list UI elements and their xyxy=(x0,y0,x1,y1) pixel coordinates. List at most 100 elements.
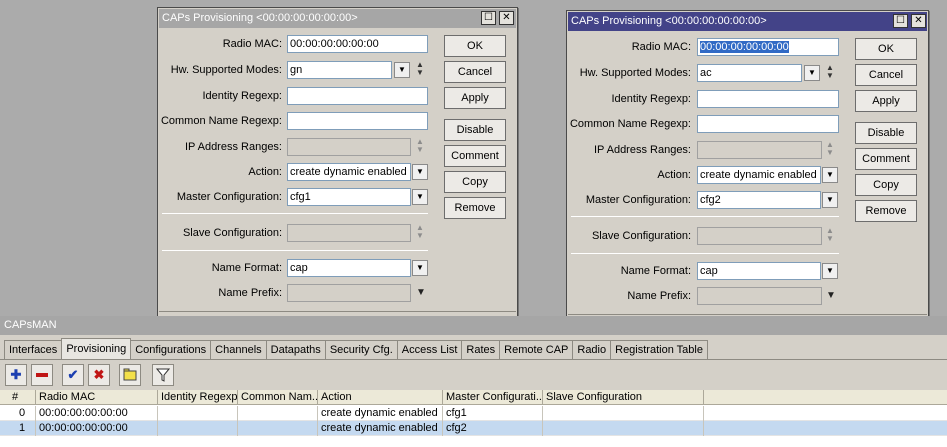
name-prefix-field[interactable] xyxy=(287,284,411,302)
column-header-common-name[interactable]: Common Nam... xyxy=(238,390,318,405)
name-prefix-field[interactable] xyxy=(697,287,822,305)
row-common-name xyxy=(238,406,318,421)
restore-icon[interactable]: ☐ xyxy=(481,11,496,25)
up-down-icon[interactable]: ▲ ▼ xyxy=(823,64,837,82)
separator xyxy=(162,250,428,251)
column-header-master-configuration[interactable]: Master Configurati... xyxy=(443,390,543,405)
chevron-down-icon[interactable]: ▼ xyxy=(412,189,428,205)
tab-remote-cap[interactable]: Remote CAP xyxy=(499,340,574,360)
tab-interfaces[interactable]: Interfaces xyxy=(4,340,63,360)
slave-config-select[interactable] xyxy=(697,227,822,245)
filter-icon[interactable] xyxy=(152,364,174,386)
triangle-down-icon[interactable]: ▼ xyxy=(824,288,838,304)
dialog-1-title: CAPs Provisioning <00:00:00:00:00:00> xyxy=(162,12,358,24)
radio-mac-field[interactable]: 00:00:00:00:00:00 xyxy=(697,38,839,56)
up-down-icon[interactable]: ▲ ▼ xyxy=(823,227,837,245)
row-number: 1 xyxy=(0,421,36,436)
ip-ranges-field[interactable] xyxy=(287,138,411,156)
ip-ranges-label: IP Address Ranges: xyxy=(184,141,282,153)
row-identity-regexp xyxy=(158,406,238,421)
action-label: Action: xyxy=(248,166,282,178)
tab-channels[interactable]: Channels xyxy=(210,340,267,360)
name-prefix-label: Name Prefix: xyxy=(218,287,282,299)
copy-button[interactable]: Copy xyxy=(855,174,917,196)
name-format-select[interactable]: cap xyxy=(697,262,821,280)
column-header-slave-configuration[interactable]: Slave Configuration xyxy=(543,390,704,405)
identity-regexp-field[interactable] xyxy=(697,90,839,108)
tab-rates[interactable]: Rates xyxy=(461,340,501,360)
comment-button[interactable]: Comment xyxy=(444,145,506,167)
up-down-icon[interactable]: ▲ ▼ xyxy=(413,224,427,242)
close-icon[interactable]: ✕ xyxy=(499,11,514,25)
enable-check-icon[interactable]: ✔ xyxy=(62,364,84,386)
chevron-down-icon[interactable]: ▼ xyxy=(822,167,838,183)
tab-configurations[interactable]: Configurations xyxy=(130,340,212,360)
apply-button[interactable]: Apply xyxy=(444,87,506,109)
hw-modes-label: Hw. Supported Modes: xyxy=(579,67,691,79)
cancel-button[interactable]: Cancel xyxy=(444,61,506,83)
column-header-action[interactable]: Action xyxy=(318,390,443,405)
remove-button[interactable]: Remove xyxy=(444,197,506,219)
common-name-regexp-field[interactable] xyxy=(287,112,428,130)
tab-provisioning[interactable]: Provisioning xyxy=(61,338,132,360)
chevron-down-icon[interactable]: ▼ xyxy=(822,263,838,279)
close-icon[interactable]: ✕ xyxy=(911,14,926,28)
tab-radio[interactable]: Radio xyxy=(572,340,612,360)
apply-button[interactable]: Apply xyxy=(855,90,917,112)
action-select[interactable]: create dynamic enabled xyxy=(697,166,821,184)
master-config-select[interactable]: cfg2 xyxy=(697,191,821,209)
remove-icon[interactable] xyxy=(31,364,53,386)
tab-datapaths[interactable]: Datapaths xyxy=(265,340,326,360)
row-action: create dynamic enabled xyxy=(318,421,443,436)
cancel-button[interactable]: Cancel xyxy=(855,64,917,86)
action-select[interactable]: create dynamic enabled xyxy=(287,163,411,181)
provisioning-table: # Radio MAC Identity Regexp Common Nam..… xyxy=(0,390,947,447)
hw-modes-label: Hw. Supported Modes: xyxy=(170,64,282,76)
row-identity-regexp xyxy=(158,421,238,436)
name-format-label: Name Format: xyxy=(211,262,282,274)
disable-button[interactable]: Disable xyxy=(855,122,917,144)
ok-button[interactable]: OK xyxy=(444,35,506,57)
name-format-select[interactable]: cap xyxy=(287,259,411,277)
comment-icon[interactable] xyxy=(119,364,141,386)
triangle-down-icon[interactable]: ▼ xyxy=(414,285,428,301)
up-down-icon[interactable]: ▲ ▼ xyxy=(413,138,427,156)
hw-modes-field[interactable]: ac xyxy=(697,64,802,82)
dialog-2-titlebar[interactable]: CAPs Provisioning <00:00:00:00:00:00> ☐ … xyxy=(568,12,927,31)
add-icon[interactable]: ✚ xyxy=(5,364,27,386)
capsman-title[interactable]: CAPsMAN xyxy=(0,316,947,335)
column-header-radio-mac[interactable]: Radio MAC xyxy=(36,390,158,405)
common-name-regexp-field[interactable] xyxy=(697,115,839,133)
restore-icon[interactable]: ☐ xyxy=(893,14,908,28)
disable-button[interactable]: Disable xyxy=(444,119,506,141)
chevron-down-icon[interactable]: ▼ xyxy=(822,192,838,208)
column-header-number[interactable]: # xyxy=(0,390,36,405)
hw-modes-field[interactable]: gn xyxy=(287,61,392,79)
chevron-down-icon[interactable]: ▼ xyxy=(412,164,428,180)
chevron-down-icon[interactable]: ▼ xyxy=(804,65,820,81)
table-row[interactable]: 0 00:00:00:00:00:00 create dynamic enabl… xyxy=(0,406,947,421)
ip-ranges-field[interactable] xyxy=(697,141,822,159)
tab-access-list[interactable]: Access List xyxy=(396,340,463,360)
ok-button[interactable]: OK xyxy=(855,38,917,60)
chevron-down-icon[interactable]: ▼ xyxy=(412,260,428,276)
chevron-down-icon[interactable]: ▼ xyxy=(394,62,410,78)
row-slave-configuration xyxy=(543,421,704,436)
column-header-identity-regexp[interactable]: Identity Regexp xyxy=(158,390,238,405)
up-down-icon[interactable]: ▲ ▼ xyxy=(413,61,427,79)
tab-security-cfg[interactable]: Security Cfg. xyxy=(324,340,398,360)
radio-mac-field[interactable]: 00:00:00:00:00:00 xyxy=(287,35,428,53)
master-config-select[interactable]: cfg1 xyxy=(287,188,411,206)
comment-button[interactable]: Comment xyxy=(855,148,917,170)
identity-regexp-field[interactable] xyxy=(287,87,428,105)
row-master-configuration: cfg1 xyxy=(443,406,543,421)
disable-x-icon[interactable]: ✖ xyxy=(88,364,110,386)
table-row[interactable]: 1 00:00:00:00:00:00 create dynamic enabl… xyxy=(0,421,947,436)
remove-button[interactable]: Remove xyxy=(855,200,917,222)
tab-registration-table[interactable]: Registration Table xyxy=(610,340,708,360)
row-number: 0 xyxy=(0,406,36,421)
up-down-icon[interactable]: ▲ ▼ xyxy=(823,141,837,159)
dialog-1-titlebar[interactable]: CAPs Provisioning <00:00:00:00:00:00> ☐ … xyxy=(159,9,516,28)
copy-button[interactable]: Copy xyxy=(444,171,506,193)
slave-config-select[interactable] xyxy=(287,224,411,242)
